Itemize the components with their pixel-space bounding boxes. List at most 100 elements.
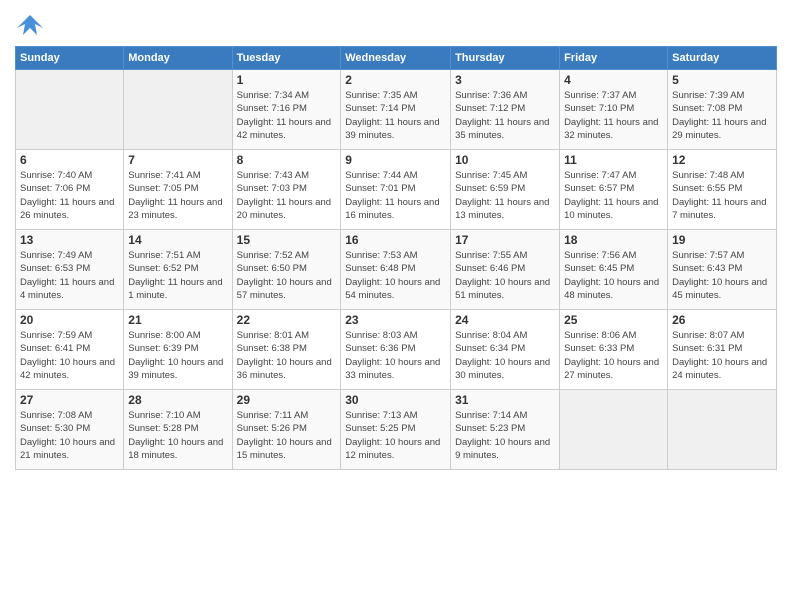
day-info: Sunrise: 8:00 AM Sunset: 6:39 PM Dayligh…: [128, 329, 227, 382]
day-cell: 7 Sunrise: 7:41 AM Sunset: 7:05 PM Daylig…: [124, 150, 232, 230]
day-number: 13: [20, 233, 119, 247]
day-info: Sunrise: 7:34 AM Sunset: 7:16 PM Dayligh…: [237, 89, 337, 142]
day-number: 16: [345, 233, 446, 247]
day-number: 3: [455, 73, 555, 87]
day-number: 28: [128, 393, 227, 407]
day-number: 14: [128, 233, 227, 247]
day-info: Sunrise: 7:40 AM Sunset: 7:06 PM Dayligh…: [20, 169, 119, 222]
header-wednesday: Wednesday: [341, 47, 451, 70]
day-info: Sunrise: 7:53 AM Sunset: 6:48 PM Dayligh…: [345, 249, 446, 302]
day-info: Sunrise: 7:56 AM Sunset: 6:45 PM Dayligh…: [564, 249, 663, 302]
day-info: Sunrise: 7:57 AM Sunset: 6:43 PM Dayligh…: [672, 249, 772, 302]
day-info: Sunrise: 7:52 AM Sunset: 6:50 PM Dayligh…: [237, 249, 337, 302]
day-cell: 8Sunrise: 7:43 AM Sunset: 7:03 PM Daylig…: [232, 150, 341, 230]
day-cell: 23Sunrise: 8:03 AM Sunset: 6:36 PM Dayli…: [341, 310, 451, 390]
day-number: 12: [672, 153, 772, 167]
week-row-2: 6 Sunrise: 7:40 AM Sunset: 7:06 PM Daylig…: [16, 150, 777, 230]
day-number: 26: [672, 313, 772, 327]
day-cell: 1 Sunrise: 7:34 AM Sunset: 7:16 PM Daylig…: [232, 70, 341, 150]
header: [15, 10, 777, 40]
day-cell: [668, 390, 777, 470]
calendar-table: SundayMondayTuesdayWednesdayThursdayFrid…: [15, 46, 777, 470]
day-cell: 13 Sunrise: 7:49 AM Sunset: 6:53 PM Dayli…: [16, 230, 124, 310]
day-info: Sunrise: 7:55 AM Sunset: 6:46 PM Dayligh…: [455, 249, 555, 302]
day-cell: 4 Sunrise: 7:37 AM Sunset: 7:10 PM Daylig…: [560, 70, 668, 150]
calendar-header-row: SundayMondayTuesdayWednesdayThursdayFrid…: [16, 47, 777, 70]
day-cell: 6 Sunrise: 7:40 AM Sunset: 7:06 PM Daylig…: [16, 150, 124, 230]
day-cell: 5 Sunrise: 7:39 AM Sunset: 7:08 PM Daylig…: [668, 70, 777, 150]
day-number: 19: [672, 233, 772, 247]
day-cell: [124, 70, 232, 150]
day-info: Sunrise: 8:06 AM Sunset: 6:33 PM Dayligh…: [564, 329, 663, 382]
day-cell: [560, 390, 668, 470]
day-cell: 14 Sunrise: 7:51 AM Sunset: 6:52 PM Dayli…: [124, 230, 232, 310]
day-cell: 10 Sunrise: 7:45 AM Sunset: 6:59 PM Dayli…: [451, 150, 560, 230]
day-cell: 20 Sunrise: 7:59 AM Sunset: 6:41 PM Dayli…: [16, 310, 124, 390]
day-cell: 24 Sunrise: 8:04 AM Sunset: 6:34 PM Dayli…: [451, 310, 560, 390]
day-info: Sunrise: 7:08 AM Sunset: 5:30 PM Dayligh…: [20, 409, 119, 462]
day-number: 5: [672, 73, 772, 87]
day-cell: 27 Sunrise: 7:08 AM Sunset: 5:30 PM Dayli…: [16, 390, 124, 470]
week-row-1: 1 Sunrise: 7:34 AM Sunset: 7:16 PM Daylig…: [16, 70, 777, 150]
day-number: 24: [455, 313, 555, 327]
day-number: 4: [564, 73, 663, 87]
header-tuesday: Tuesday: [232, 47, 341, 70]
day-info: Sunrise: 8:04 AM Sunset: 6:34 PM Dayligh…: [455, 329, 555, 382]
day-info: Sunrise: 7:44 AM Sunset: 7:01 PM Dayligh…: [345, 169, 446, 222]
day-info: Sunrise: 8:07 AM Sunset: 6:31 PM Dayligh…: [672, 329, 772, 382]
day-number: 1: [237, 73, 337, 87]
day-number: 10: [455, 153, 555, 167]
logo: [15, 10, 49, 40]
day-cell: 28Sunrise: 7:10 AM Sunset: 5:28 PM Dayli…: [124, 390, 232, 470]
day-cell: 30 Sunrise: 7:13 AM Sunset: 5:25 PM Dayli…: [341, 390, 451, 470]
day-info: Sunrise: 7:36 AM Sunset: 7:12 PM Dayligh…: [455, 89, 555, 142]
day-cell: 31 Sunrise: 7:14 AM Sunset: 5:23 PM Dayli…: [451, 390, 560, 470]
day-info: Sunrise: 7:37 AM Sunset: 7:10 PM Dayligh…: [564, 89, 663, 142]
day-info: Sunrise: 7:11 AM Sunset: 5:26 PM Dayligh…: [237, 409, 337, 462]
day-number: 22: [237, 313, 337, 327]
day-info: Sunrise: 7:49 AM Sunset: 6:53 PM Dayligh…: [20, 249, 119, 302]
day-number: 9: [345, 153, 446, 167]
day-info: Sunrise: 7:48 AM Sunset: 6:55 PM Dayligh…: [672, 169, 772, 222]
day-number: 31: [455, 393, 555, 407]
day-info: Sunrise: 7:13 AM Sunset: 5:25 PM Dayligh…: [345, 409, 446, 462]
day-info: Sunrise: 7:47 AM Sunset: 6:57 PM Dayligh…: [564, 169, 663, 222]
day-cell: 21Sunrise: 8:00 AM Sunset: 6:39 PM Dayli…: [124, 310, 232, 390]
day-info: Sunrise: 7:45 AM Sunset: 6:59 PM Dayligh…: [455, 169, 555, 222]
day-number: 30: [345, 393, 446, 407]
day-info: Sunrise: 7:39 AM Sunset: 7:08 PM Dayligh…: [672, 89, 772, 142]
header-sunday: Sunday: [16, 47, 124, 70]
day-cell: 3 Sunrise: 7:36 AM Sunset: 7:12 PM Daylig…: [451, 70, 560, 150]
day-info: Sunrise: 7:14 AM Sunset: 5:23 PM Dayligh…: [455, 409, 555, 462]
day-cell: 16 Sunrise: 7:53 AM Sunset: 6:48 PM Dayli…: [341, 230, 451, 310]
week-row-4: 20 Sunrise: 7:59 AM Sunset: 6:41 PM Dayli…: [16, 310, 777, 390]
day-cell: 12 Sunrise: 7:48 AM Sunset: 6:55 PM Dayli…: [668, 150, 777, 230]
day-cell: 19 Sunrise: 7:57 AM Sunset: 6:43 PM Dayli…: [668, 230, 777, 310]
day-number: 25: [564, 313, 663, 327]
header-thursday: Thursday: [451, 47, 560, 70]
day-info: Sunrise: 7:35 AM Sunset: 7:14 PM Dayligh…: [345, 89, 446, 142]
day-cell: 2Sunrise: 7:35 AM Sunset: 7:14 PM Daylig…: [341, 70, 451, 150]
day-cell: 25 Sunrise: 8:06 AM Sunset: 6:33 PM Dayli…: [560, 310, 668, 390]
day-number: 7: [128, 153, 227, 167]
day-cell: 29 Sunrise: 7:11 AM Sunset: 5:26 PM Dayli…: [232, 390, 341, 470]
logo-icon: [15, 10, 45, 40]
day-cell: 22 Sunrise: 8:01 AM Sunset: 6:38 PM Dayli…: [232, 310, 341, 390]
day-number: 27: [20, 393, 119, 407]
day-cell: 9 Sunrise: 7:44 AM Sunset: 7:01 PM Daylig…: [341, 150, 451, 230]
day-number: 29: [237, 393, 337, 407]
day-number: 6: [20, 153, 119, 167]
day-info: Sunrise: 8:01 AM Sunset: 6:38 PM Dayligh…: [237, 329, 337, 382]
header-friday: Friday: [560, 47, 668, 70]
day-info: Sunrise: 7:59 AM Sunset: 6:41 PM Dayligh…: [20, 329, 119, 382]
week-row-3: 13 Sunrise: 7:49 AM Sunset: 6:53 PM Dayli…: [16, 230, 777, 310]
header-saturday: Saturday: [668, 47, 777, 70]
day-number: 11: [564, 153, 663, 167]
day-number: 20: [20, 313, 119, 327]
day-info: Sunrise: 7:41 AM Sunset: 7:05 PM Dayligh…: [128, 169, 227, 222]
header-monday: Monday: [124, 47, 232, 70]
day-cell: 15Sunrise: 7:52 AM Sunset: 6:50 PM Dayli…: [232, 230, 341, 310]
day-info: Sunrise: 7:51 AM Sunset: 6:52 PM Dayligh…: [128, 249, 227, 302]
day-info: Sunrise: 8:03 AM Sunset: 6:36 PM Dayligh…: [345, 329, 446, 382]
day-number: 18: [564, 233, 663, 247]
